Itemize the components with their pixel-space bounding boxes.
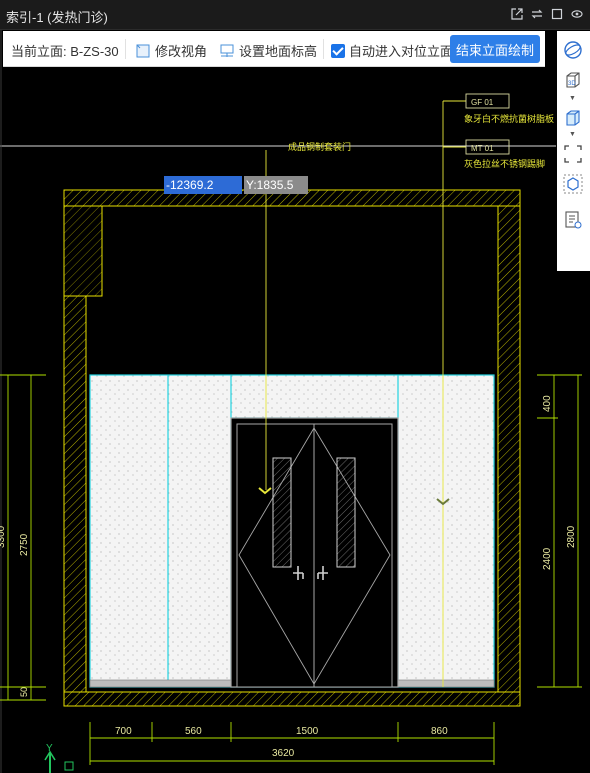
door-glass-right xyxy=(336,457,356,568)
column-hatch xyxy=(64,206,102,296)
axis-label: Y xyxy=(46,743,53,754)
elevation-drawing[interactable]: GF 01 象牙白不燃抗菌树脂板 MT 01 灰色拉丝不锈钢踢脚 成品钢制套装门… xyxy=(0,0,590,773)
dim-left-1: 2750 xyxy=(19,533,30,556)
tag-mt-text: 灰色拉丝不锈钢踢脚 xyxy=(464,158,545,169)
dim-bottom-2: 560 xyxy=(185,726,202,737)
tag-mt: MT 01 xyxy=(471,144,494,153)
dim-right-2: 2400 xyxy=(542,547,553,570)
x-coordinate-input[interactable]: -12369.2 xyxy=(164,176,242,194)
dim-right-total: 2800 xyxy=(566,525,577,548)
dim-left-cut: 3300 xyxy=(0,525,7,548)
origin-marker xyxy=(64,761,74,771)
dim-right-1: 400 xyxy=(542,395,553,412)
floor-slab xyxy=(63,691,521,707)
right-wall xyxy=(497,205,521,693)
dim-bottom-total: 3620 xyxy=(272,748,295,759)
dim-left-2: 50 xyxy=(19,687,29,697)
tag-gf: GF 01 xyxy=(471,98,494,107)
door-glass-left xyxy=(272,457,292,568)
tag-gf-text: 象牙白不燃抗菌树脂板 xyxy=(464,113,554,124)
door-label: 成品钢制套装门 xyxy=(288,141,351,152)
skirting-left xyxy=(89,679,232,688)
y-coordinate-display[interactable]: Y:1835.5 xyxy=(244,176,308,194)
dim-bottom-4: 860 xyxy=(431,726,448,737)
skirting-right xyxy=(397,679,495,688)
dim-bottom-3: 1500 xyxy=(296,726,319,737)
dim-bottom-1: 700 xyxy=(115,726,132,737)
